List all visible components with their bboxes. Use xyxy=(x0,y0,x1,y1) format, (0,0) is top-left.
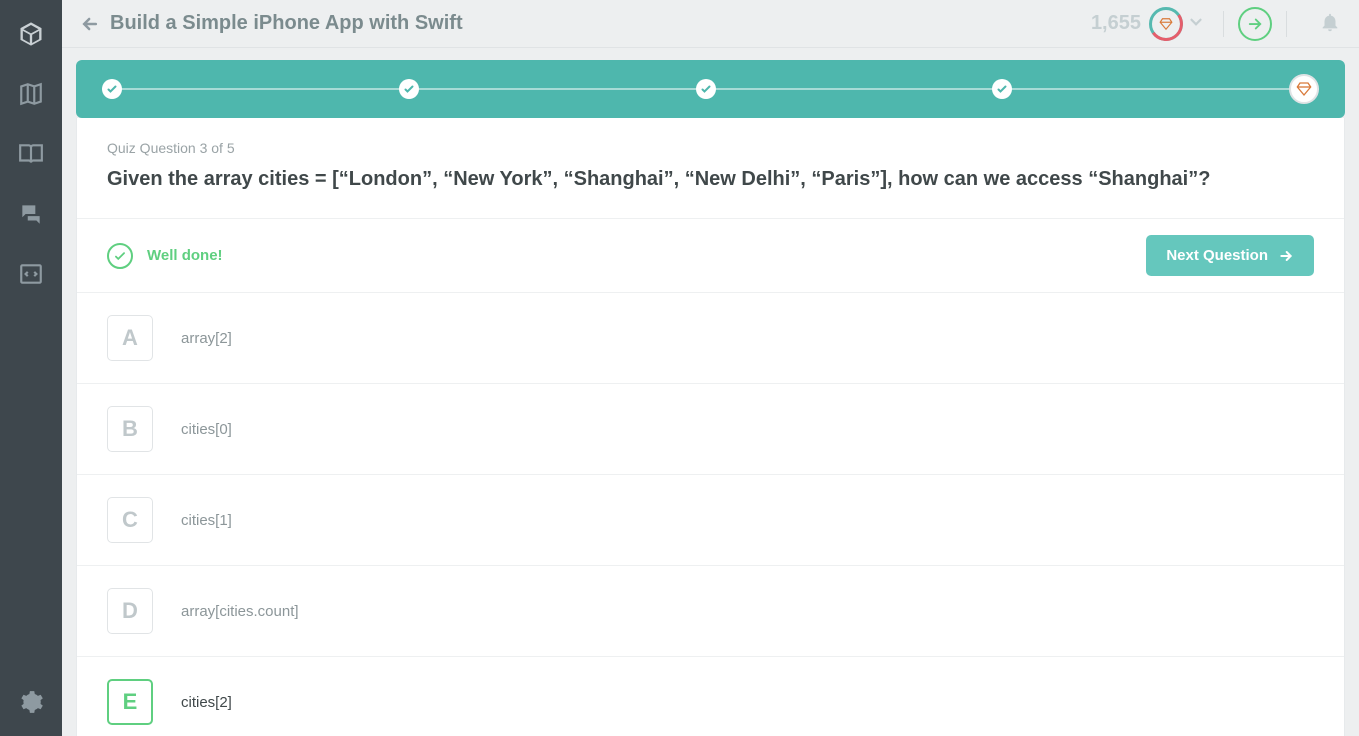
sidebar xyxy=(0,0,62,736)
diamond-icon xyxy=(1159,17,1173,31)
progress-step[interactable] xyxy=(102,79,122,99)
answer-option[interactable]: Bcities[0] xyxy=(77,384,1344,475)
answer-text: cities[0] xyxy=(181,421,232,438)
question-card: Quiz Question 3 of 5 Given the array cit… xyxy=(76,118,1345,736)
chat-icon[interactable] xyxy=(15,198,47,230)
answer-text: cities[2] xyxy=(181,694,232,711)
back-arrow-icon[interactable] xyxy=(76,10,104,38)
progress-step[interactable] xyxy=(696,79,716,99)
answer-letter: D xyxy=(107,588,153,634)
logo-icon[interactable] xyxy=(15,18,47,50)
diamond-icon xyxy=(1296,81,1312,97)
next-question-label: Next Question xyxy=(1166,247,1268,264)
header: Build a Simple iPhone App with Swift 1,6… xyxy=(62,0,1359,48)
answer-text: cities[1] xyxy=(181,512,232,529)
question-header: Quiz Question 3 of 5 Given the array cit… xyxy=(77,118,1344,219)
divider xyxy=(1286,11,1287,37)
code-icon[interactable] xyxy=(15,258,47,290)
divider xyxy=(1223,11,1224,37)
progress-bar xyxy=(76,60,1345,118)
progress-step-final[interactable] xyxy=(1289,74,1319,104)
question-meta: Quiz Question 3 of 5 xyxy=(107,140,1314,156)
progress-step[interactable] xyxy=(399,79,419,99)
resume-button[interactable] xyxy=(1238,7,1272,41)
points-badge[interactable] xyxy=(1149,7,1183,41)
bell-icon[interactable] xyxy=(1319,11,1345,37)
chevron-down-icon[interactable] xyxy=(1187,13,1209,35)
feedback-row: Well done! Next Question xyxy=(77,219,1344,293)
answer-letter: C xyxy=(107,497,153,543)
answers-list: Aarray[2]Bcities[0]Ccities[1]Darray[citi… xyxy=(77,293,1344,736)
map-icon[interactable] xyxy=(15,78,47,110)
next-question-button[interactable]: Next Question xyxy=(1146,235,1314,276)
answer-option[interactable]: Darray[cities.count] xyxy=(77,566,1344,657)
check-circle-icon xyxy=(107,243,133,269)
page-title: Build a Simple iPhone App with Swift xyxy=(110,12,463,35)
book-icon[interactable] xyxy=(15,138,47,170)
content: Quiz Question 3 of 5 Given the array cit… xyxy=(62,48,1359,736)
answer-letter: A xyxy=(107,315,153,361)
feedback-text: Well done! xyxy=(147,247,223,264)
answer-option[interactable]: Ccities[1] xyxy=(77,475,1344,566)
answer-option[interactable]: Aarray[2] xyxy=(77,293,1344,384)
answer-text: array[2] xyxy=(181,330,232,347)
gear-icon[interactable] xyxy=(15,686,47,718)
progress-step[interactable] xyxy=(992,79,1012,99)
answer-letter: E xyxy=(107,679,153,725)
answer-text: array[cities.count] xyxy=(181,603,299,620)
answer-option[interactable]: Ecities[2] xyxy=(77,657,1344,736)
answer-letter: B xyxy=(107,406,153,452)
question-text: Given the array cities = [“London”, “New… xyxy=(107,166,1314,192)
points-count: 1,655 xyxy=(1091,12,1141,35)
